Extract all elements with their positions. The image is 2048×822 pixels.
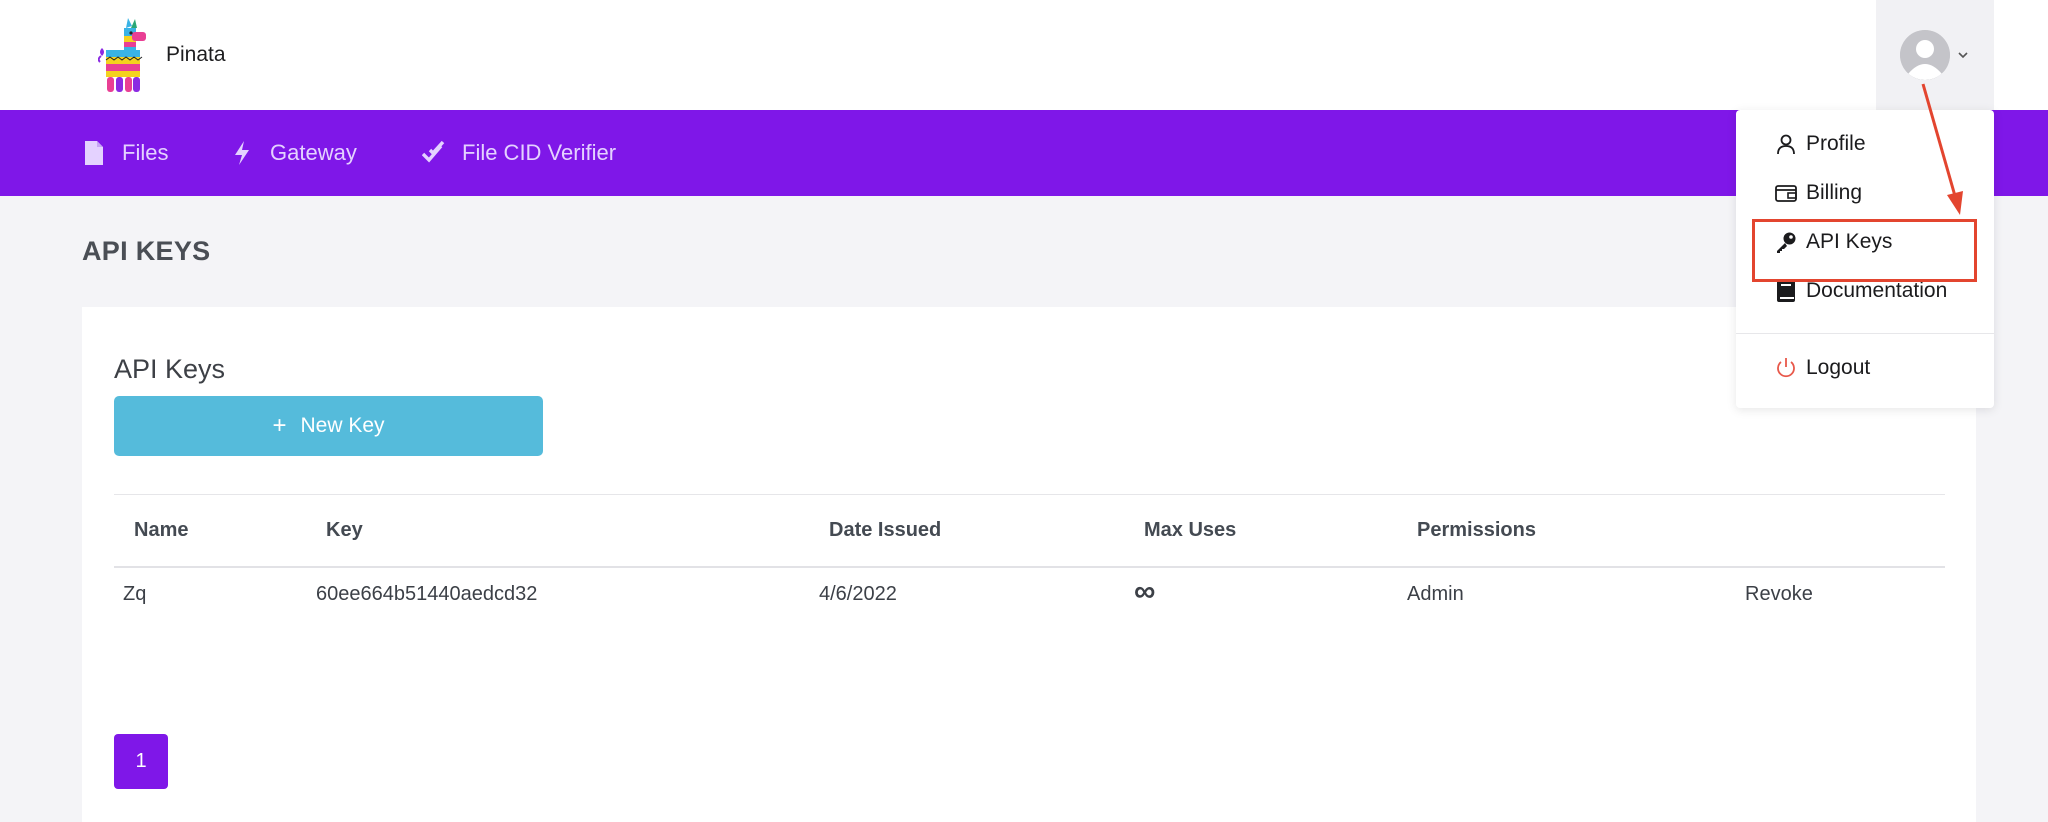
dropdown-item-profile[interactable]: Profile — [1774, 132, 1866, 156]
column-header-max-uses: Max Uses — [1144, 519, 1237, 541]
column-header-permissions: Permissions — [1417, 519, 1536, 541]
plus-icon: + — [272, 412, 287, 439]
nav-item-files[interactable]: Files — [82, 110, 168, 196]
file-icon — [85, 141, 103, 165]
cell-date-issued: 4/6/2022 — [819, 583, 897, 605]
column-header-key: Key — [326, 519, 363, 541]
card-title: API Keys — [114, 354, 226, 384]
nav-label-gateway: Gateway — [270, 140, 357, 165]
wallet-icon — [1775, 185, 1797, 202]
dropdown-label-profile: Profile — [1806, 132, 1866, 155]
user-avatar-icon — [1900, 30, 1950, 80]
account-menu-toggle[interactable] — [1876, 0, 1994, 110]
dropdown-label-billing: Billing — [1806, 181, 1863, 204]
dropdown-label-logout: Logout — [1806, 356, 1871, 379]
column-header-name: Name — [134, 519, 189, 541]
table-top-divider — [114, 494, 1945, 495]
new-key-label: New Key — [300, 414, 385, 437]
dropdown-item-documentation[interactable]: Documentation — [1774, 279, 1947, 303]
table-header-divider — [114, 566, 1945, 568]
dropdown-item-logout[interactable]: Logout — [1774, 356, 1870, 380]
cell-permissions: Admin — [1407, 583, 1464, 605]
double-check-icon — [422, 140, 445, 163]
power-icon — [1777, 358, 1795, 378]
dropdown-item-billing[interactable]: Billing — [1774, 181, 1862, 205]
nav-item-file-cid-verifier[interactable]: File CID Verifier — [422, 110, 616, 196]
infinity-icon: ∞ — [1134, 575, 1156, 608]
cell-key: 60ee664b51440aedcd32 — [316, 583, 538, 605]
brand-name: Pinata — [166, 43, 226, 66]
chevron-down-icon — [1958, 52, 1968, 59]
top-header: Pinata — [0, 0, 2048, 110]
book-icon — [1777, 280, 1795, 302]
pinata-logo-icon — [98, 18, 146, 92]
new-key-button[interactable]: + New Key — [114, 396, 543, 456]
highlight-box — [1752, 219, 1977, 282]
nav-item-gateway[interactable]: Gateway — [230, 110, 357, 196]
lightning-icon — [235, 141, 249, 165]
nav-label-files: Files — [122, 140, 169, 165]
pagination-page-1[interactable]: 1 — [114, 734, 168, 789]
page-title: API KEYS — [82, 236, 211, 266]
nav-label-file-cid-verifier: File CID Verifier — [462, 140, 617, 165]
api-keys-card: API Keys + New Key Name Key Date Issued … — [82, 307, 1976, 822]
dropdown-label-documentation: Documentation — [1806, 279, 1948, 302]
brand[interactable]: Pinata — [98, 16, 226, 94]
revoke-link[interactable]: Revoke — [1745, 583, 1813, 606]
dropdown-divider — [1736, 333, 1994, 334]
cell-name: Zq — [123, 583, 147, 605]
person-icon — [1777, 134, 1795, 155]
column-header-date-issued: Date Issued — [829, 519, 942, 541]
